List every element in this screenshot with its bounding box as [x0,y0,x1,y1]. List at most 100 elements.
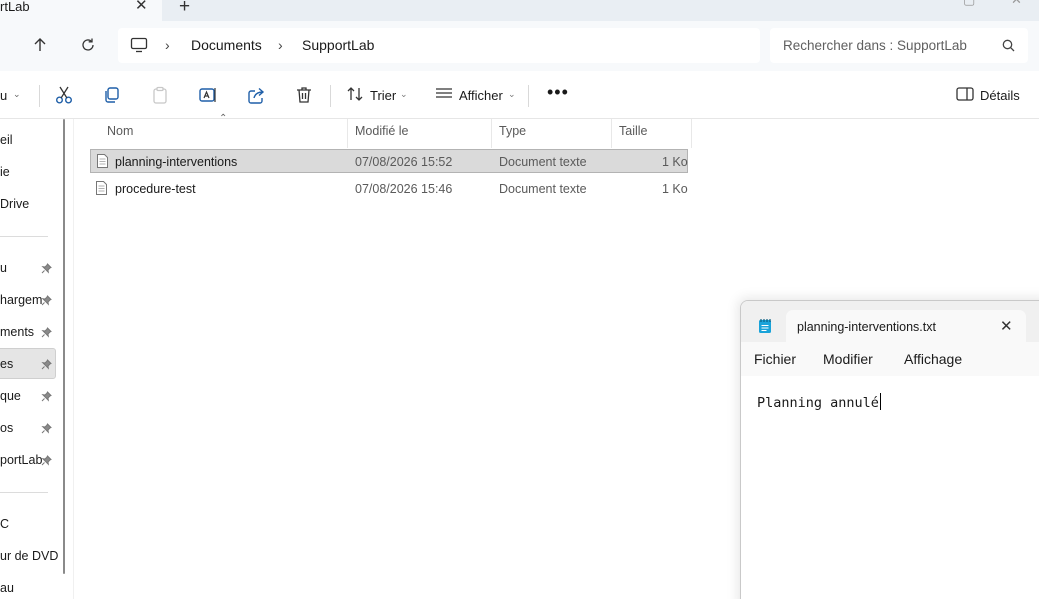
details-pane-icon[interactable] [956,85,976,105]
nav-item-selected[interactable]: es [0,357,13,371]
menu-fichier[interactable]: Fichier [754,351,796,367]
sort-icon[interactable] [346,85,366,105]
new-button-label[interactable]: u [0,88,7,103]
explorer-tab-title: rtLab [0,0,30,14]
view-icon[interactable] [435,85,455,105]
chevron-right-icon[interactable]: › [165,37,170,53]
pin-icon[interactable] [41,359,52,370]
maximize-icon[interactable]: ▢ [963,0,975,8]
pin-icon[interactable] [41,423,52,434]
pin-icon[interactable] [41,327,52,338]
nav-item[interactable]: Drive [0,197,29,211]
close-icon[interactable]: ✕ [1000,317,1013,335]
toolbar-divider [528,85,529,107]
nav-divider [0,492,48,493]
file-name[interactable]: procedure-test [115,182,196,196]
nav-item[interactable]: que [0,389,21,403]
navigation-pane: eil ie Drive u hargem ments es que os po… [0,119,74,599]
explorer-tab-strip: rtLab ✕ + ▢ ✕ [0,0,1039,21]
table-row[interactable]: procedure-test 07/08/2026 15:46 Document… [90,177,688,201]
address-row: › Documents › SupportLab Rechercher dans… [0,21,1039,71]
more-options-button[interactable]: ••• [547,82,569,103]
nav-item-supportlab[interactable]: portLab [0,453,42,467]
file-size: 1 Ko [662,155,688,169]
copy-icon[interactable] [102,85,122,105]
text-file-icon [96,153,109,174]
column-header-name[interactable]: Nom [107,124,133,138]
table-row[interactable]: planning-interventions 07/08/2026 15:52 … [90,149,688,173]
breadcrumb-documents[interactable]: Documents [191,37,262,53]
nav-item[interactable]: C [0,517,9,531]
up-arrow-icon[interactable] [28,33,52,57]
file-list: ⌃ Nom Modifié le Type Taille planning-in… [90,113,692,209]
view-button[interactable]: Afficher [459,88,503,103]
file-type: Document texte [499,182,587,196]
share-icon[interactable] [246,85,266,105]
new-tab-icon[interactable]: + [179,0,190,18]
menu-modifier[interactable]: Modifier [823,351,873,367]
nav-item[interactable]: os [0,421,13,435]
chevron-down-icon[interactable]: ⌄ [400,89,408,100]
nav-scrollbar[interactable] [63,119,65,574]
toolbar-divider [330,85,331,107]
refresh-icon[interactable] [76,33,100,57]
column-header-modified[interactable]: Modifié le [355,124,409,138]
pin-icon[interactable] [41,263,52,274]
explorer-tab[interactable]: rtLab ✕ [0,0,162,21]
nav-item[interactable]: ments [0,325,34,339]
column-divider[interactable] [491,119,492,148]
search-icon [1002,39,1015,57]
notepad-title-bar[interactable]: planning-interventions.txt ✕ [741,301,1039,342]
tab-close-icon[interactable]: ✕ [135,0,148,14]
chevron-down-icon[interactable]: ⌄ [508,89,516,100]
search-input[interactable]: Rechercher dans : SupportLab [783,38,967,53]
file-size: 1 Ko [662,182,688,196]
column-header-size[interactable]: Taille [619,124,648,138]
delete-icon[interactable] [294,85,314,105]
file-name[interactable]: planning-interventions [115,155,237,169]
details-button[interactable]: Détails [980,88,1020,103]
command-bar: u ⌄ Trier ⌄ Afficher ⌄ ••• Détails [0,71,1039,119]
nav-divider [0,236,48,237]
pin-icon[interactable] [41,295,52,306]
menu-affichage[interactable]: Affichage [904,351,962,367]
chevron-down-icon[interactable]: ⌄ [13,89,21,100]
column-divider[interactable] [691,119,692,148]
cut-icon[interactable] [54,85,74,105]
file-modified: 07/08/2026 15:52 [355,155,453,169]
text-file-icon [95,180,108,201]
column-divider[interactable] [611,119,612,148]
toolbar-divider [39,85,40,107]
notepad-window: planning-interventions.txt ✕ Fichier Mod… [740,300,1039,599]
nav-item[interactable]: au [0,581,14,595]
column-header-type[interactable]: Type [499,124,526,138]
nav-item[interactable]: eil [0,133,13,147]
notepad-menu-bar: Fichier Modifier Affichage [741,342,1039,376]
rename-icon[interactable] [198,85,218,105]
notepad-tab[interactable]: planning-interventions.txt ✕ [786,310,1026,342]
file-type: Document texte [499,155,587,169]
sort-ascending-icon: ⌃ [219,113,228,124]
notepad-tab-title: planning-interventions.txt [797,320,936,334]
breadcrumb-supportlab[interactable]: SupportLab [302,37,374,53]
nav-item[interactable]: hargem [0,293,42,307]
paste-icon[interactable] [150,85,170,105]
notepad-editor[interactable]: Planning annulé [741,376,1039,599]
pin-icon[interactable] [41,455,52,466]
window-close-icon[interactable]: ✕ [1011,0,1022,8]
chevron-right-icon[interactable]: › [278,37,283,53]
pin-icon[interactable] [41,391,52,402]
notepad-app-icon [758,318,772,339]
editor-content[interactable]: Planning annulé [757,393,881,411]
search-box[interactable]: Rechercher dans : SupportLab [770,28,1028,63]
nav-item[interactable]: u [0,261,7,275]
nav-item[interactable]: ie [0,165,10,179]
computer-icon[interactable] [130,37,148,58]
sort-button[interactable]: Trier [370,88,396,103]
editor-text: Planning annulé [757,395,879,411]
address-bar[interactable]: › Documents › SupportLab [118,28,760,63]
pane-divider [73,119,74,599]
column-divider[interactable] [347,119,348,148]
desktop: rtLab ✕ + ▢ ✕ › Documents › SupportLab R… [0,0,1039,599]
nav-item[interactable]: ur de DVD [0,549,58,563]
